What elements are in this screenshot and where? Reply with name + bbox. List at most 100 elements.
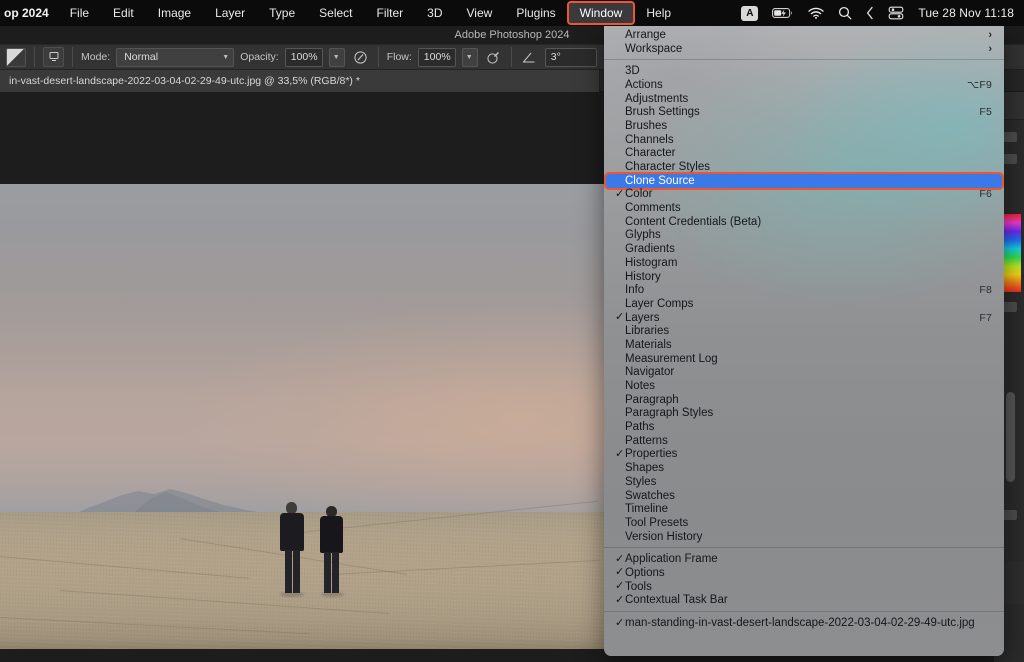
battery-charging-icon[interactable]	[772, 7, 794, 19]
figure-torso	[320, 516, 343, 553]
menubar-item-help[interactable]: Help	[635, 3, 682, 23]
menu-item-arrange[interactable]: Arrange ›	[604, 28, 1004, 42]
menu-item-options[interactable]: ✓Options	[604, 566, 1004, 580]
menu-item-styles[interactable]: Styles	[604, 475, 1004, 489]
menu-item-comments[interactable]: Comments	[604, 201, 1004, 215]
menu-item-3d[interactable]: 3D	[604, 64, 1004, 78]
control-center-icon[interactable]	[888, 6, 904, 20]
flow-input[interactable]: 100%	[418, 48, 456, 67]
menu-item-label: Character Styles	[625, 161, 710, 173]
menu-item-label: Brush Settings	[625, 106, 700, 118]
menu-item-libraries[interactable]: Libraries	[604, 324, 1004, 338]
window-title: Adobe Photoshop 2024	[455, 29, 570, 41]
chevron-left-icon[interactable]	[866, 6, 874, 20]
panel-scrollbar[interactable]	[1006, 392, 1015, 482]
window-menu-dropdown[interactable]: Arrange ›Workspace› 3DActions ⌥F9Adjustment…	[604, 26, 1004, 656]
menu-item-application-frame[interactable]: ✓Application Frame	[604, 552, 1004, 566]
spotlight-search-icon[interactable]	[838, 6, 852, 20]
menu-item-label: Patterns	[625, 435, 668, 447]
distant-mountains	[70, 482, 300, 516]
menu-item-paragraph[interactable]: Paragraph	[604, 393, 1004, 407]
menu-item-histogram[interactable]: Histogram	[604, 256, 1004, 270]
clone-stamp-tool-icon[interactable]	[6, 48, 26, 67]
menu-item-brushes[interactable]: Brushes	[604, 119, 1004, 133]
document-tab[interactable]: in-vast-desert-landscape-2022-03-04-02-2…	[0, 70, 600, 92]
menu-separator	[604, 59, 1004, 60]
menu-item-label: Actions	[625, 79, 663, 91]
menu-item-clone-source[interactable]: Clone Source	[606, 174, 1002, 188]
menu-item-navigator[interactable]: Navigator	[604, 366, 1004, 380]
menu-item-measurement-log[interactable]: Measurement Log	[604, 352, 1004, 366]
menubar-item-window[interactable]: Window	[569, 3, 634, 23]
menu-item-actions[interactable]: Actions ⌥F9	[604, 78, 1004, 92]
menu-item-glyphs[interactable]: Glyphs	[604, 229, 1004, 243]
airbrush-toggle[interactable]	[484, 48, 503, 67]
menu-item-label: Arrange	[625, 29, 666, 41]
menu-item-adjustments[interactable]: Adjustments	[604, 92, 1004, 106]
chevron-down-icon: ▼	[466, 54, 473, 61]
clock-label: Tue 28 Nov 11:18	[918, 6, 1014, 20]
menu-item-history[interactable]: History	[604, 270, 1004, 284]
menu-item-layer-comps[interactable]: Layer Comps	[604, 297, 1004, 311]
menubar-item-image[interactable]: Image	[147, 3, 202, 23]
menubar-item-view[interactable]: View	[456, 3, 504, 23]
brush-angle-input[interactable]: 3°	[545, 48, 597, 67]
opacity-slider-toggle[interactable]: ▼	[329, 48, 345, 67]
brush-preset-picker-button[interactable]	[43, 47, 64, 67]
menubar-item-select[interactable]: Select	[308, 3, 363, 23]
menu-item-workspace[interactable]: Workspace›	[604, 42, 1004, 56]
pressure-opacity-toggle[interactable]	[351, 48, 370, 67]
input-source-icon[interactable]: A	[741, 6, 758, 21]
menu-item-gradients[interactable]: Gradients	[604, 242, 1004, 256]
submenu-arrow-icon: ›	[988, 43, 992, 55]
menu-item-info[interactable]: InfoF8	[604, 283, 1004, 297]
brush-preset-icon	[48, 51, 60, 63]
menu-item-label: History	[625, 271, 661, 283]
menubar-item-filter[interactable]: Filter	[366, 3, 415, 23]
menu-item-label: Brushes	[625, 120, 667, 132]
menu-item-character-styles[interactable]: Character Styles	[604, 160, 1004, 174]
wifi-icon[interactable]	[808, 7, 824, 19]
menu-item-patterns[interactable]: Patterns	[604, 434, 1004, 448]
menu-item-character[interactable]: Character	[604, 147, 1004, 161]
menu-item-tools[interactable]: ✓Tools	[604, 580, 1004, 594]
menu-item-notes[interactable]: Notes	[604, 379, 1004, 393]
submenu-arrow-icon: ›	[988, 29, 992, 41]
menubar-item-type[interactable]: Type	[258, 3, 306, 23]
menu-item-channels[interactable]: Channels	[604, 133, 1004, 147]
menu-item-paragraph-styles[interactable]: Paragraph Styles	[604, 407, 1004, 421]
menu-item-tool-presets[interactable]: Tool Presets	[604, 516, 1004, 530]
menubar-item-file[interactable]: File	[59, 3, 100, 23]
menu-item-label: Notes	[625, 380, 655, 392]
menu-item-label: Channels	[625, 134, 674, 146]
menu-item-properties[interactable]: ✓Properties	[604, 448, 1004, 462]
menu-item-timeline[interactable]: Timeline	[604, 502, 1004, 516]
menu-item-label: Timeline	[625, 503, 668, 515]
flow-slider-toggle[interactable]: ▼	[462, 48, 478, 67]
menu-item-layers[interactable]: ✓LayersF7	[604, 311, 1004, 325]
menu-item-label: Version History	[625, 531, 702, 543]
menu-item-version-history[interactable]: Version History	[604, 530, 1004, 544]
menu-item-content-credentials-beta[interactable]: Content Credentials (Beta)	[604, 215, 1004, 229]
menu-item-paths[interactable]: Paths	[604, 420, 1004, 434]
menubar-item-plugins[interactable]: Plugins	[505, 3, 566, 23]
menu-item-materials[interactable]: Materials	[604, 338, 1004, 352]
checkmark-icon: ✓	[615, 554, 624, 565]
blend-mode-select[interactable]: Normal ▼	[116, 48, 234, 67]
figure-person-right	[319, 506, 345, 596]
color-spectrum-panel[interactable]	[1002, 214, 1021, 292]
menu-item-contextual-task-bar[interactable]: ✓Contextual Task Bar	[604, 594, 1004, 608]
menu-item-swatches[interactable]: Swatches	[604, 489, 1004, 503]
menubar-item-3d[interactable]: 3D	[416, 3, 453, 23]
menu-item-shapes[interactable]: Shapes	[604, 461, 1004, 475]
menubar-item-layer[interactable]: Layer	[204, 3, 256, 23]
opacity-input[interactable]: 100%	[285, 48, 323, 67]
menu-item-label: Navigator	[625, 366, 674, 378]
flow-value: 100%	[424, 51, 451, 63]
menu-item-shortcut: F5	[979, 106, 992, 118]
menu-item-color[interactable]: ✓ColorF6	[604, 188, 1004, 202]
menubar-item-edit[interactable]: Edit	[102, 3, 145, 23]
menu-item-shortcut: ⌥F9	[967, 79, 992, 91]
menu-item-brush-settings[interactable]: Brush Settings F5	[604, 105, 1004, 119]
menu-item-man-standing-in-vast-desert-landscape-2022-03-04-02-29-49-utc-jpg[interactable]: ✓man-standing-in-vast-desert-landscape-2…	[604, 616, 1004, 630]
